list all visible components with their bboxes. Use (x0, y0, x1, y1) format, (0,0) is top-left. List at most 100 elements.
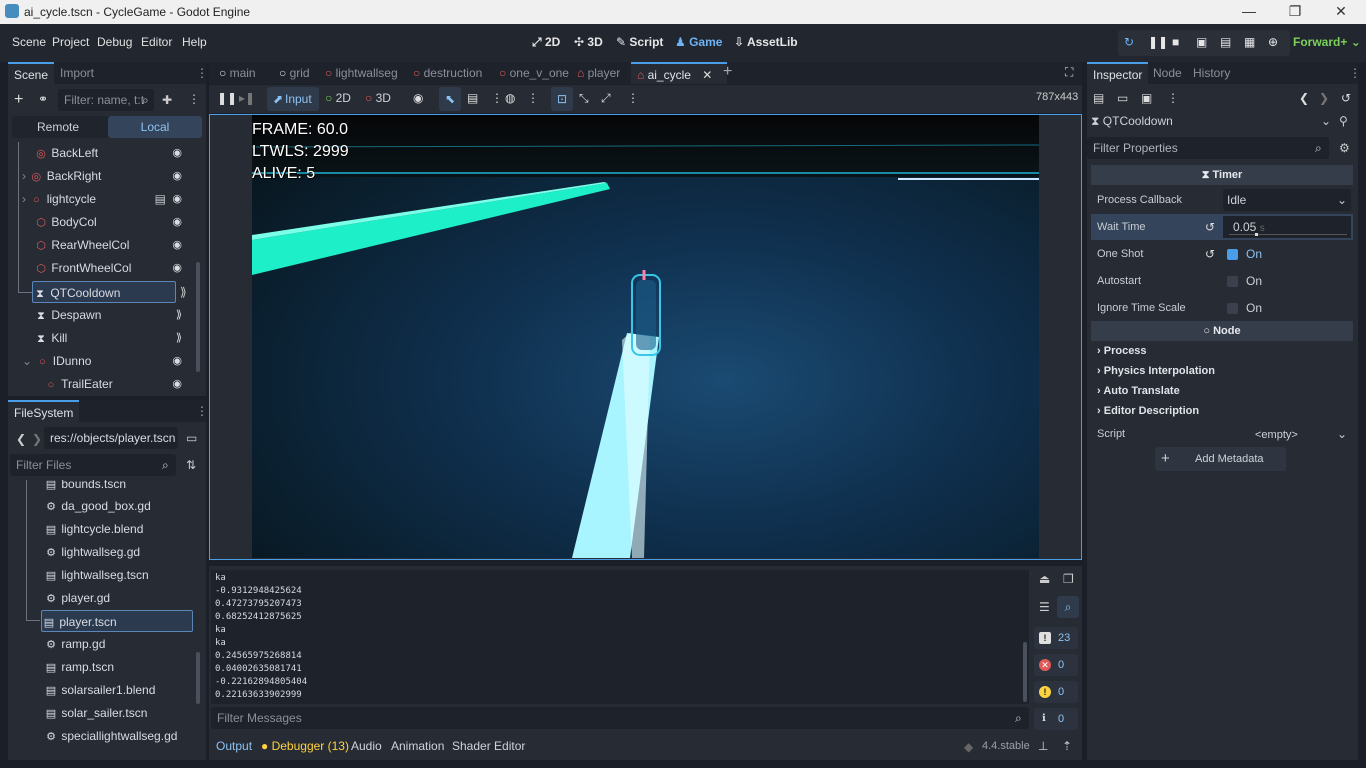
close-tab-icon[interactable]: ✕ (702, 68, 712, 82)
tree-node-frontwheelcol[interactable]: ⬡ FrontWheelCol ◉ (34, 257, 194, 279)
camera-icon[interactable]: ◍ (505, 91, 515, 105)
visibility-eye-icon[interactable]: ◉ (172, 257, 182, 279)
pause-icon[interactable]: ❚❚ (1148, 35, 1168, 49)
wait-time-slider[interactable] (1229, 234, 1347, 235)
tree-node-backright[interactable]: › ◎ BackRight ◉ (22, 165, 194, 187)
signal-icon[interactable]: ⟫ (176, 304, 182, 326)
tab-filesystem[interactable]: FileSystem (8, 400, 80, 422)
sort-icon[interactable]: ⇅ (186, 458, 196, 472)
filter-files-input[interactable]: Filter Files (10, 454, 176, 476)
play-custom-icon[interactable]: ▦ (1244, 35, 1255, 49)
play-scene-icon[interactable]: ▤ (1220, 35, 1231, 49)
file-item-selected[interactable]: ▤ player.tscn (41, 610, 193, 632)
remote-button[interactable]: Remote (12, 116, 104, 138)
file-item[interactable]: ⚙ speciallightwallseg.gd (44, 725, 194, 747)
scene-tab-player[interactable]: ⌂ player (571, 62, 626, 84)
reload-icon[interactable]: ↻ (1124, 35, 1134, 49)
tree-node-lightcycle[interactable]: › ○ lightcycle ▤ ◉ (22, 188, 194, 210)
tree-node-kill[interactable]: ⧗ Kill ⟫ (34, 327, 194, 349)
renderer-selector[interactable]: Forward+ ⌄ (1293, 35, 1361, 49)
tab-history[interactable]: History (1187, 62, 1236, 84)
save-icon[interactable]: ▣ (1141, 91, 1152, 105)
tab-shader-editor[interactable]: Shader Editor (452, 739, 525, 753)
select-mode-button[interactable]: ⬉ (439, 87, 461, 111)
object-history-icon[interactable]: ↺ (1341, 91, 1351, 105)
movie-maker-icon[interactable]: ⊕ (1268, 35, 1278, 49)
menu-scene[interactable]: Scene (12, 35, 46, 49)
tab-audio[interactable]: Audio (351, 739, 382, 753)
visibility-eye-icon[interactable]: ◉ (172, 188, 182, 210)
expand-arrow-icon[interactable]: › (22, 192, 26, 206)
visibility-eye-icon[interactable]: ◉ (172, 234, 182, 256)
scene-tab-lightwallseg[interactable]: ○ lightwallseg (319, 62, 404, 84)
process-callback-select[interactable]: Idle ⌄ (1223, 189, 1351, 211)
tab-scene[interactable]: Scene (8, 62, 55, 84)
copy-output-icon[interactable]: ❐ (1063, 572, 1074, 586)
search-toggle-icon[interactable]: ⌕ (1057, 596, 1079, 618)
menu-editor[interactable]: Editor (141, 35, 172, 49)
tab-node[interactable]: Node (1147, 62, 1188, 84)
add-node-icon[interactable]: + (14, 91, 23, 109)
3d-mode-button[interactable]: ○ 3D (365, 91, 391, 105)
signal-icon[interactable]: ⟫ (176, 327, 182, 349)
game-viewport[interactable]: FRAME: 60.0 LTWLS: 2999 ALIVE: 5 (209, 114, 1082, 560)
scene-tab-destruction[interactable]: ○ destruction (407, 62, 488, 84)
wait-time-field[interactable]: 0.05 s (1223, 216, 1351, 238)
history-back-icon[interactable]: ❮ (1299, 91, 1309, 105)
stretch-icon[interactable]: ⤢ (601, 91, 611, 106)
script-value[interactable]: <empty> (1255, 429, 1298, 441)
collapse-arrow-icon[interactable]: ⌄ (22, 354, 32, 368)
file-item[interactable]: ▤ lightwallseg.tscn (44, 564, 194, 586)
stop-icon[interactable]: ■ (1172, 35, 1179, 49)
kebab-menu-icon[interactable]: ⋮ (627, 91, 639, 105)
distraction-free-icon[interactable]: ⛶ (1065, 65, 1073, 80)
embed-button[interactable]: ⊡ (551, 87, 573, 111)
file-item[interactable]: ⚙ lightwallseg.gd (44, 541, 194, 563)
tree-node-rearwheelcol[interactable]: ⬡ RearWheelCol ◉ (34, 234, 194, 256)
dock-menu-icon[interactable]: ⋮ (1349, 66, 1361, 80)
file-item[interactable]: ▤ bounds.tscn (44, 480, 194, 495)
link-icon[interactable]: ⚭ (38, 92, 48, 106)
category-physics-interpolation[interactable]: › Physics Interpolation (1097, 365, 1215, 377)
workspace-assetlib-button[interactable]: ⇩ AssetLib (734, 35, 798, 49)
file-item[interactable]: ▤ solarsailer1.blend (44, 679, 194, 701)
category-editor-description[interactable]: › Editor Description (1097, 405, 1199, 417)
file-item[interactable]: ▤ lightcycle.blend (44, 518, 194, 540)
dock-menu-icon[interactable]: ⋮ (196, 66, 208, 80)
menu-project[interactable]: Project (52, 35, 89, 49)
close-window-button[interactable]: ✕ (1318, 0, 1364, 24)
back-arrow-icon[interactable]: ❮ (16, 432, 26, 446)
file-item[interactable]: ⚙ ramp.gd (44, 633, 194, 655)
revert-icon[interactable]: ↺ (1205, 220, 1215, 234)
forward-arrow-icon[interactable]: ❯ (32, 432, 42, 446)
pin-icon[interactable]: ⊥ (1038, 739, 1048, 753)
category-auto-translate[interactable]: › Auto Translate (1097, 385, 1180, 397)
visibility-eye-icon[interactable]: ◉ (172, 373, 182, 395)
minimize-button[interactable]: — (1226, 0, 1272, 24)
info-count-badge[interactable]: ℹ0 (1034, 708, 1078, 730)
scene-filter-input[interactable]: Filter: name, t:t (58, 89, 154, 111)
tree-node-bodycol[interactable]: ⬡ BodyCol ◉ (34, 211, 194, 233)
filter-properties-input[interactable]: Filter Properties (1087, 137, 1329, 159)
menu-debug[interactable]: Debug (97, 35, 132, 49)
chevron-down-icon[interactable]: ⌄ (1337, 427, 1347, 441)
scene-tab-one_v_one[interactable]: ○ one_v_one (493, 62, 575, 84)
split-view-icon[interactable]: ▭ (186, 431, 197, 445)
input-mode-button[interactable]: ⬈ Input (267, 87, 319, 111)
signal-icon[interactable]: ⟫ (180, 285, 187, 299)
list-select-icon[interactable]: ▤ (467, 91, 478, 105)
menu-help[interactable]: Help (182, 35, 207, 49)
tree-node-traileater[interactable]: ○ TrailEater ◉ (44, 373, 194, 395)
revert-icon[interactable]: ↺ (1205, 247, 1215, 261)
collapse-icon[interactable]: ☰ (1039, 600, 1050, 614)
filesystem-scrollbar[interactable] (196, 652, 200, 704)
local-button[interactable]: Local (108, 116, 202, 138)
output-scrollbar[interactable] (1023, 642, 1027, 702)
path-field[interactable]: res://objects/player.tscn (44, 427, 178, 449)
scene-menu-icon[interactable]: ⋮ (188, 92, 200, 106)
tab-animation[interactable]: Animation (391, 739, 444, 753)
tab-inspector[interactable]: Inspector (1087, 62, 1149, 84)
history-forward-icon[interactable]: ❯ (1319, 91, 1329, 105)
file-item[interactable]: ▤ solar_sailer.tscn (44, 702, 194, 724)
error-count-badge[interactable]: ✕ 0 (1034, 654, 1078, 676)
